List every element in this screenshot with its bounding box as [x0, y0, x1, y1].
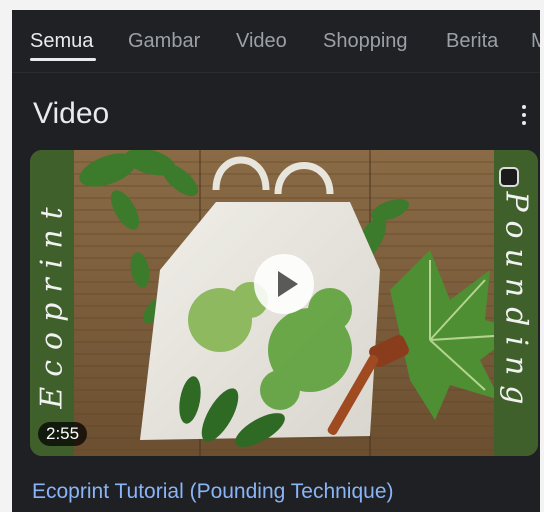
- tab-berita[interactable]: Berita: [446, 30, 498, 53]
- top-edge: [0, 0, 544, 10]
- active-tab-underline: [30, 58, 96, 61]
- right-edge: [540, 0, 544, 512]
- thumbnail-right-banner: Pounding: [494, 150, 538, 456]
- tab-gambar[interactable]: Gambar: [128, 30, 200, 53]
- video-thumbnail[interactable]: Ecoprint Pounding 2:55: [30, 150, 538, 456]
- tab-more[interactable]: M: [531, 30, 540, 53]
- left-edge: [0, 0, 12, 512]
- search-tab-bar: Semua Gambar Video Shopping Berita M: [12, 10, 540, 73]
- video-title-link[interactable]: Ecoprint Tutorial (Pounding Technique): [32, 480, 394, 504]
- more-vert-icon[interactable]: [518, 103, 530, 127]
- tab-video[interactable]: Video: [236, 30, 287, 53]
- tab-shopping[interactable]: Shopping: [323, 30, 408, 53]
- video-duration-badge: 2:55: [38, 422, 88, 446]
- thumbnail-left-text: Ecoprint: [34, 197, 70, 409]
- search-results-frame: Semua Gambar Video Shopping Berita M Vid…: [0, 0, 544, 512]
- thumbnail-left-banner: Ecoprint: [30, 150, 74, 456]
- thumbnail-right-text: Pounding: [498, 191, 534, 415]
- tab-semua[interactable]: Semua: [30, 30, 93, 53]
- play-icon[interactable]: [254, 254, 314, 314]
- section-title: Video: [33, 97, 110, 130]
